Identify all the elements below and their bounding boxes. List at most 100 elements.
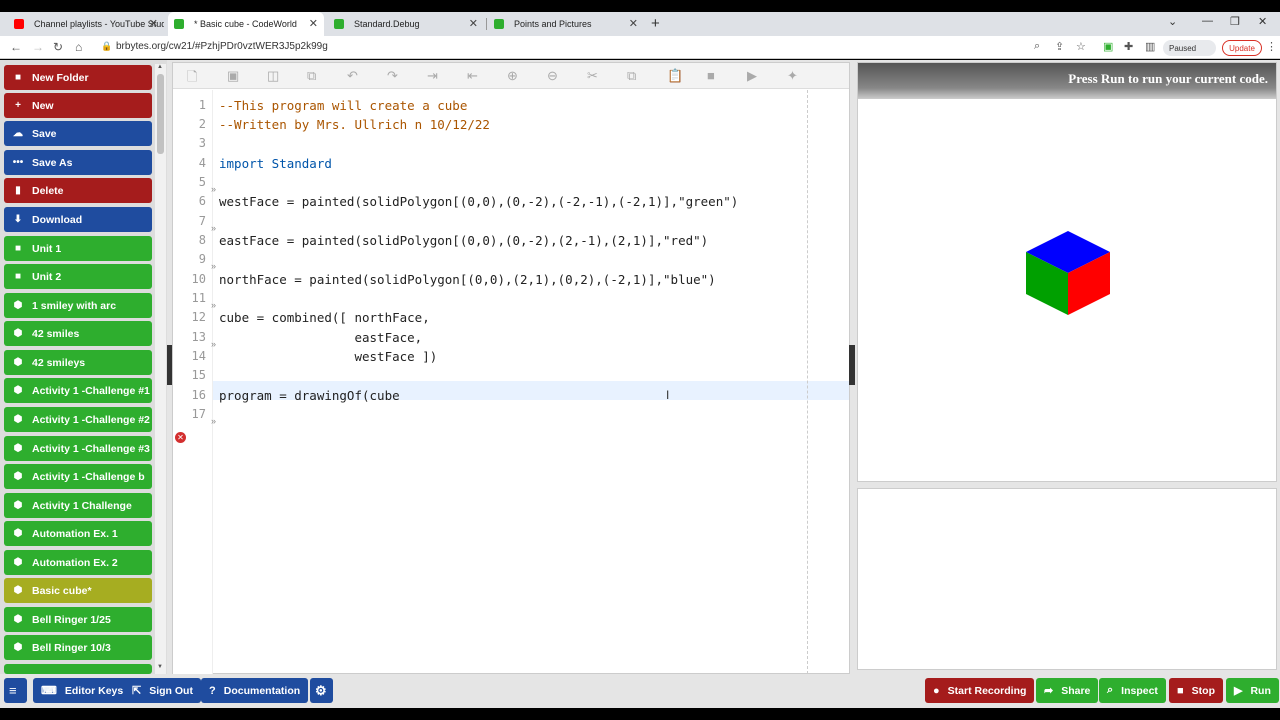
inspect-button[interactable]: ⌕ Inspect bbox=[1099, 678, 1166, 703]
sidebar-item-project[interactable]: ⬢ Activity 1 -Challenge #3 bbox=[4, 436, 152, 461]
sidepanel-icon[interactable]: ▥ bbox=[1145, 40, 1155, 53]
new-button[interactable]: + New bbox=[4, 93, 152, 118]
fold-marker-icon[interactable]: » bbox=[211, 339, 216, 349]
new-folder-button[interactable]: ■ New Folder bbox=[4, 65, 152, 90]
fold-marker-icon[interactable]: » bbox=[211, 261, 216, 271]
bookmark-star-icon[interactable]: ☆ bbox=[1076, 40, 1086, 53]
profile-paused-button[interactable]: Paused bbox=[1163, 40, 1216, 56]
home-icon[interactable]: ⌂ bbox=[75, 40, 82, 54]
button-label: Share bbox=[1061, 684, 1091, 697]
sidebar-item-unit-2[interactable]: ■ Unit 2 bbox=[4, 264, 152, 289]
sidebar-item-project[interactable]: ⬢ 42 smileys bbox=[4, 350, 152, 375]
button-label: Stop bbox=[1191, 684, 1215, 697]
cube-icon: ⬢ bbox=[13, 528, 23, 539]
reload-icon[interactable]: ↻ bbox=[53, 40, 63, 54]
fold-marker-icon[interactable]: » bbox=[211, 223, 216, 233]
editor-keys-button[interactable]: ⌨ Editor Keys bbox=[33, 678, 132, 703]
fold-marker-icon[interactable]: » bbox=[211, 300, 216, 310]
sidebar-item-project[interactable]: ⬢ Automation Ex. 2 bbox=[4, 550, 152, 575]
url-field[interactable]: brbytes.org/cw21/#PzhjPDr0vztWER3J5p2k99… bbox=[116, 41, 328, 52]
outdent-icon[interactable]: ⇤ bbox=[467, 68, 478, 84]
new-tab-button[interactable]: + bbox=[651, 15, 660, 32]
console-panel[interactable] bbox=[857, 488, 1277, 670]
extension-icon[interactable]: ▣ bbox=[1103, 40, 1113, 53]
sidebar-item-project[interactable]: ⬢ 42 smiles bbox=[4, 321, 152, 346]
delete-button[interactable]: ▮ Delete bbox=[4, 178, 152, 203]
error-marker-icon[interactable]: ✕ bbox=[175, 432, 186, 443]
sidebar-item-project[interactable]: ⬢ Bell Ringer 1/25 bbox=[4, 607, 152, 632]
sidebar-item-partial[interactable] bbox=[4, 664, 152, 674]
share-button[interactable]: ➦ Share bbox=[1036, 678, 1099, 703]
sidebar-item-project[interactable]: ⬢ Automation Ex. 1 bbox=[4, 521, 152, 546]
save-button[interactable]: ☁ Save bbox=[4, 121, 152, 146]
run-button[interactable]: ▶ Run bbox=[1226, 678, 1279, 703]
editor-toolbar: 🗋 ▣ ◫ ⧉ ↶ ↷ ⇥ ⇤ ⊕ ⊖ ✂ ⧉ 📋 ■ ▶ ✦ bbox=[173, 63, 849, 89]
browser-tab-youtube[interactable]: Channel playlists - YouTube Studi ✕ bbox=[8, 12, 164, 36]
close-icon[interactable]: ✕ bbox=[149, 17, 158, 30]
sidebar-item-unit-1[interactable]: ■ Unit 1 bbox=[4, 236, 152, 261]
fold-marker-icon[interactable]: » bbox=[211, 416, 216, 426]
scrollbar-thumb[interactable] bbox=[157, 74, 164, 154]
share-page-icon[interactable]: ⇪ bbox=[1055, 40, 1064, 53]
zoom-out-icon[interactable]: ⊖ bbox=[547, 68, 558, 84]
copy-icon[interactable]: ⧉ bbox=[627, 68, 636, 84]
minimize-button[interactable]: — bbox=[1202, 15, 1213, 27]
menu-kebab-icon[interactable]: ⋮ bbox=[1266, 40, 1277, 53]
close-icon[interactable]: ✕ bbox=[469, 17, 478, 30]
save-as-button[interactable]: ••• Save As bbox=[4, 150, 152, 175]
stop-button[interactable]: ■ Stop bbox=[1169, 678, 1223, 703]
browser-tab-points-pictures[interactable]: Points and Pictures ✕ bbox=[488, 12, 644, 36]
run-icon[interactable]: ▶ bbox=[747, 68, 757, 84]
close-icon[interactable]: ✕ bbox=[309, 17, 318, 30]
restore-button[interactable]: ❐ bbox=[1230, 15, 1240, 28]
line-number: 15 bbox=[191, 368, 206, 382]
line-number: 10 bbox=[191, 272, 206, 286]
sidebar-item-project[interactable]: ⬢ Activity 1 -Challenge b bbox=[4, 464, 152, 489]
preview-icon[interactable]: ◫ bbox=[267, 68, 279, 84]
sidebar-item-basic-cube-active[interactable]: ⬢ Basic cube* bbox=[4, 578, 152, 603]
editor-resize-handle[interactable] bbox=[849, 345, 855, 385]
back-icon[interactable]: ← bbox=[10, 40, 22, 54]
copy-file-icon[interactable]: ⧉ bbox=[307, 68, 316, 84]
sidebar-item-project[interactable]: ⬢ Activity 1 Challenge bbox=[4, 493, 152, 518]
tab-search-icon[interactable]: ⌄ bbox=[1168, 15, 1177, 28]
puzzle-icon[interactable]: ✚ bbox=[1124, 40, 1133, 53]
cut-icon[interactable]: ✂ bbox=[587, 68, 598, 84]
scroll-up-icon[interactable]: ▲ bbox=[157, 64, 163, 70]
sidebar-item-project[interactable]: ⬢ Bell Ringer 10/3 bbox=[4, 635, 152, 660]
stop-icon[interactable]: ■ bbox=[707, 68, 715, 83]
sidebar-item-project[interactable]: ⬢ 1 smiley with arc bbox=[4, 293, 152, 318]
update-button[interactable]: Update bbox=[1222, 40, 1262, 56]
save-icon[interactable]: ▣ bbox=[227, 68, 239, 84]
sidebar-item-project[interactable]: ⬢ Activity 1 -Challenge #1 bbox=[4, 378, 152, 403]
fold-marker-icon[interactable]: » bbox=[211, 184, 216, 194]
sign-out-button[interactable]: ⇱ Sign Out bbox=[124, 678, 201, 703]
magic-wand-icon[interactable]: ✦ bbox=[787, 68, 798, 84]
output-canvas[interactable]: Press Run to run your current code. bbox=[857, 62, 1277, 482]
browser-tab-basic-cube[interactable]: * Basic cube - CodeWorld ✕ bbox=[168, 12, 324, 36]
undo-icon[interactable]: ↶ bbox=[347, 68, 358, 84]
menu-button[interactable]: ≡ bbox=[4, 678, 27, 703]
zoom-icon[interactable]: ⌕ bbox=[1034, 40, 1040, 53]
sidebar-scrollbar[interactable]: ▲ ▼ bbox=[155, 64, 166, 674]
zoom-in-icon[interactable]: ⊕ bbox=[507, 68, 518, 84]
close-icon[interactable]: ✕ bbox=[629, 17, 638, 30]
indent-icon[interactable]: ⇥ bbox=[427, 68, 438, 84]
download-button[interactable]: ⬇ Download bbox=[4, 207, 152, 232]
start-recording-button[interactable]: ● Start Recording bbox=[925, 678, 1035, 703]
codeworld-icon bbox=[174, 19, 184, 29]
code-area[interactable]: --This program will create a cube --Writ… bbox=[219, 90, 849, 674]
documentation-button[interactable]: ? Documentation bbox=[201, 678, 309, 703]
scroll-down-icon[interactable]: ▼ bbox=[157, 664, 163, 670]
forward-icon[interactable]: → bbox=[32, 40, 44, 54]
paste-icon[interactable]: 📋 bbox=[667, 68, 683, 84]
browser-tab-standard-debug[interactable]: Standard.Debug ✕ bbox=[328, 12, 484, 36]
new-file-icon[interactable]: 🗋 bbox=[187, 68, 197, 90]
code-editor[interactable]: 🗋 ▣ ◫ ⧉ ↶ ↷ ⇥ ⇤ ⊕ ⊖ ✂ ⧉ 📋 ■ ▶ ✦ 1 2 3 4 … bbox=[172, 62, 850, 674]
settings-button[interactable]: ⚙ bbox=[310, 678, 333, 703]
window-close-button[interactable]: ✕ bbox=[1258, 15, 1267, 28]
redo-icon[interactable]: ↷ bbox=[387, 68, 398, 84]
code-line: --This program will create a cube bbox=[219, 98, 468, 113]
lock-icon[interactable]: 🔒 bbox=[101, 41, 112, 52]
sidebar-item-project[interactable]: ⬢ Activity 1 -Challenge #2 bbox=[4, 407, 152, 432]
